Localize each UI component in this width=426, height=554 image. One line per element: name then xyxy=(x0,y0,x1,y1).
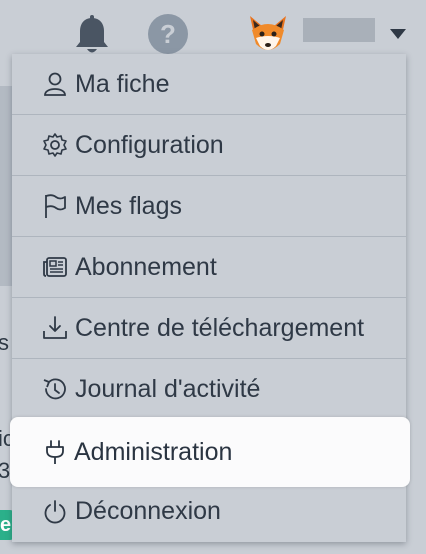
background-text: s xyxy=(0,330,9,355)
menu-item-centre-telechargement[interactable]: Centre de téléchargement xyxy=(12,298,406,359)
menu-item-administration[interactable]: Administration xyxy=(10,417,410,487)
gear-icon xyxy=(42,132,68,158)
menu-item-configuration[interactable]: Configuration xyxy=(12,115,406,176)
bell-icon[interactable] xyxy=(72,14,112,56)
flag-icon xyxy=(42,193,68,219)
menu-item-label: Déconnexion xyxy=(75,497,221,525)
power-icon xyxy=(42,499,68,525)
menu-item-mes-flags[interactable]: Mes flags xyxy=(12,176,406,237)
menu-item-label: Mes flags xyxy=(75,191,182,220)
plug-icon xyxy=(42,439,68,465)
menu-item-label: Configuration xyxy=(75,130,224,159)
newspaper-icon xyxy=(42,254,68,280)
menu-item-label: Ma fiche xyxy=(75,69,170,98)
menu-item-label: Abonnement xyxy=(75,252,217,281)
history-icon xyxy=(42,376,68,402)
username-placeholder[interactable] xyxy=(303,18,375,42)
user-icon xyxy=(42,71,68,97)
question-circle-icon[interactable]: ? xyxy=(148,14,188,54)
menu-item-deconnexion[interactable]: Déconnexion xyxy=(12,481,406,542)
menu-item-journal-activite[interactable]: Journal d'activité xyxy=(12,359,406,420)
background-text: 3 xyxy=(0,458,11,483)
menu-item-ma-fiche[interactable]: Ma fiche xyxy=(12,54,406,115)
fox-avatar[interactable] xyxy=(246,12,290,56)
caret-down-icon[interactable] xyxy=(389,27,407,39)
menu-item-label: Journal d'activité xyxy=(75,374,261,403)
background-panel xyxy=(0,86,12,286)
download-icon xyxy=(42,315,68,341)
menu-item-label: Administration xyxy=(74,437,233,466)
user-dropdown-menu: Ma fiche Configuration Mes flags Abonnem… xyxy=(10,54,410,542)
menu-item-abonnement[interactable]: Abonnement xyxy=(12,237,406,298)
menu-item-label: Centre de téléchargement xyxy=(75,313,365,342)
